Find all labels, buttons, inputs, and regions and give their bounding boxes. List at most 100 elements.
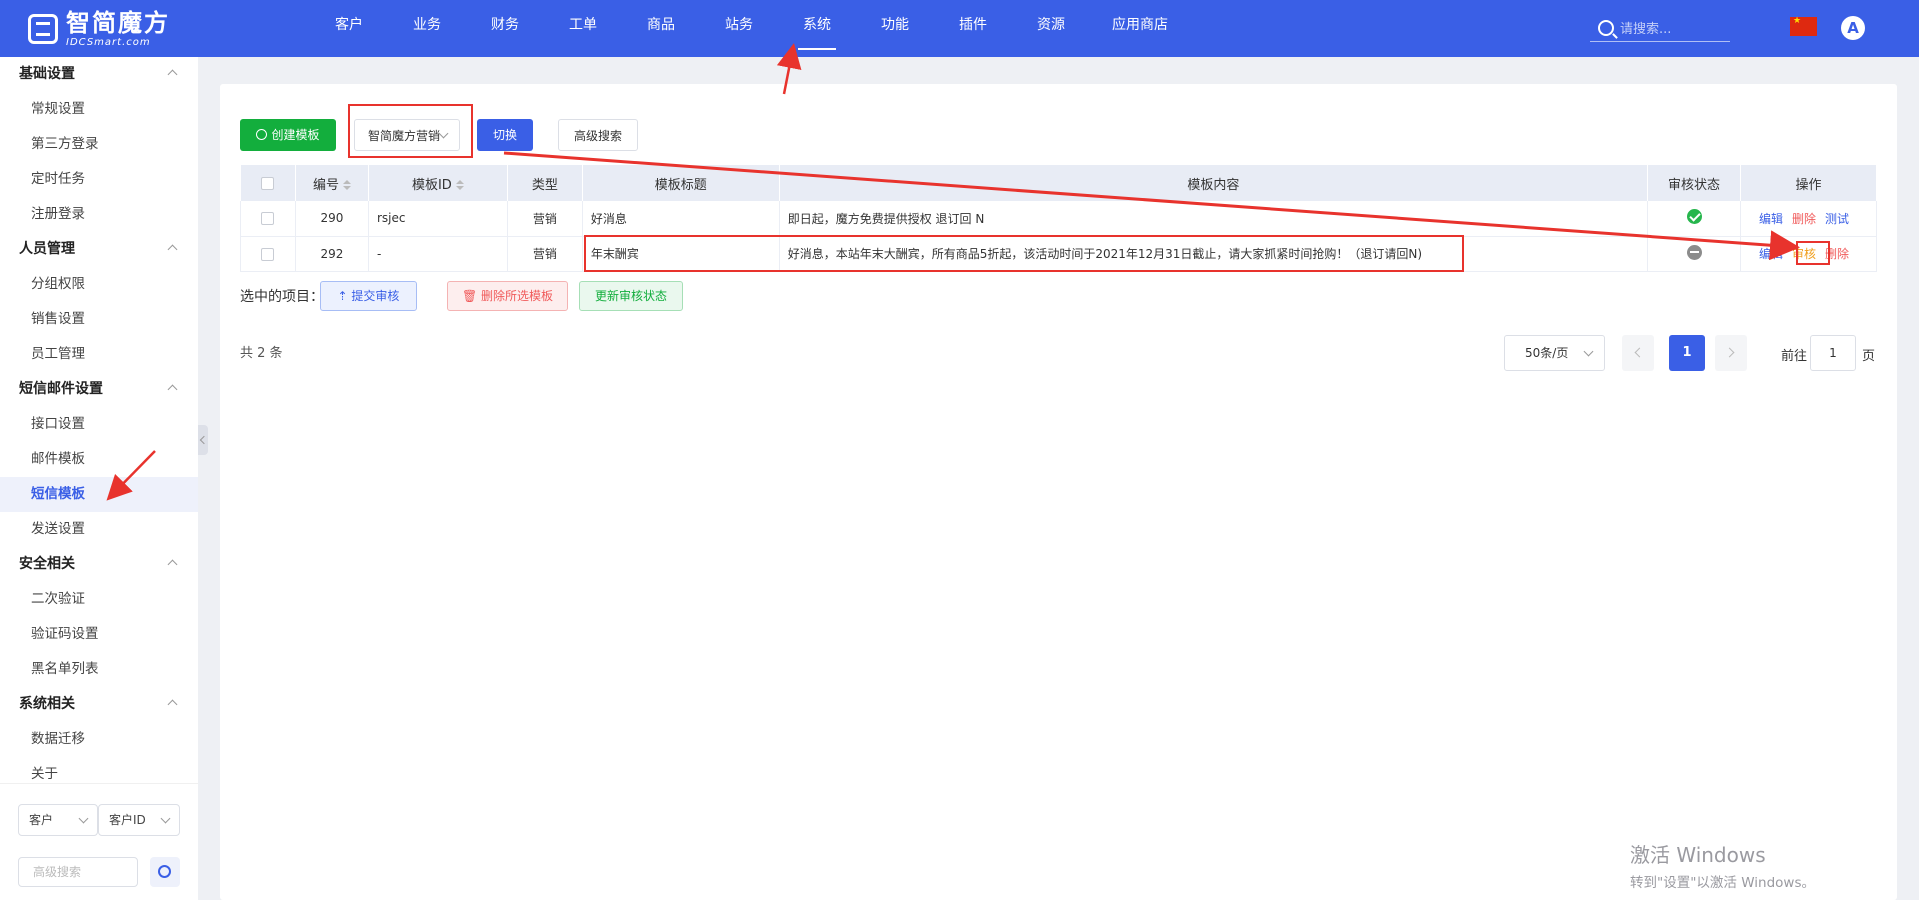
nav-item-products[interactable]: 商品 — [622, 0, 700, 57]
upload-icon: ⇡ — [337, 289, 352, 303]
sidebar-item-interface[interactable]: 接口设置 — [0, 407, 198, 442]
sidebar-item-blacklist[interactable]: 黑名单列表 — [0, 652, 198, 687]
update-status-button[interactable]: 更新审核状态 — [579, 281, 683, 311]
cell-type: 营销 — [507, 201, 583, 237]
sort-icon[interactable] — [342, 179, 351, 190]
sidebar-item-2fa[interactable]: 二次验证 — [0, 582, 198, 617]
cell-content: 好消息，本站年末大酬宾，所有商品5折起，该活动时间于2021年12月31日截止，… — [779, 236, 1649, 272]
chevron-up-icon — [167, 384, 178, 395]
prev-page-button[interactable] — [1622, 335, 1654, 371]
edit-link[interactable]: 编辑 — [1759, 247, 1783, 261]
pending-status-icon — [1686, 244, 1702, 260]
nav-item-site[interactable]: 站务 — [700, 0, 778, 57]
row-checkbox[interactable] — [261, 212, 275, 226]
goto-unit: 页 — [1862, 349, 1876, 364]
nav-item-resources[interactable]: 资源 — [1012, 0, 1090, 57]
test-link[interactable]: 测试 — [1825, 212, 1849, 226]
page-number-current[interactable]: 1 — [1669, 335, 1705, 371]
next-page-button[interactable] — [1715, 335, 1747, 371]
delete-link[interactable]: 删除 — [1825, 247, 1849, 261]
top-navbar: 智简魔方 IDCSmart.com 客户 业务 财务 工单 商品 站务 系统 功… — [0, 0, 1919, 57]
chevron-up-icon — [167, 559, 178, 570]
main-card: 创建模板 智简魔方营销 切换 高级搜索 编号 模板ID 类型 模板标题 模板内容… — [220, 84, 1897, 900]
edit-link[interactable]: 编辑 — [1759, 212, 1783, 226]
total-count: 共 2 条 — [240, 346, 283, 361]
search-icon — [1598, 19, 1614, 36]
sidebar-search-button[interactable] — [150, 857, 180, 887]
sidebar-group-system[interactable]: 系统相关 — [0, 687, 198, 722]
windows-activation-watermark: 激活 Windows 转到"设置"以激活 Windows。 — [1630, 843, 1815, 891]
col-header-id[interactable]: 编号 — [295, 165, 369, 201]
chevron-down-icon — [160, 813, 171, 824]
search-scope-select[interactable]: 客户 — [18, 804, 98, 836]
delete-selected-button[interactable]: 🗑 删除所选模板 — [447, 281, 568, 311]
sidebar-group-security[interactable]: 安全相关 — [0, 547, 198, 582]
cell-type: 营销 — [507, 236, 583, 272]
col-header-type: 类型 — [507, 165, 583, 201]
sidebar-item-sms-templates[interactable]: 短信模板 — [0, 477, 198, 512]
nav-item-plugins[interactable]: 插件 — [934, 0, 1012, 57]
switch-button[interactable]: 切换 — [477, 119, 533, 151]
logo-name-cn: 智简魔方 — [66, 8, 170, 37]
chevron-down-icon — [78, 813, 89, 824]
table-header-row: 编号 模板ID 类型 模板标题 模板内容 审核状态 操作 — [240, 165, 1877, 201]
sidebar-item-migration[interactable]: 数据迁移 — [0, 722, 198, 757]
col-header-content: 模板内容 — [779, 165, 1649, 201]
col-header-template-id[interactable]: 模板ID — [368, 165, 508, 201]
main-nav: 客户 业务 财务 工单 商品 站务 系统 功能 插件 资源 应用商店 — [310, 0, 1190, 57]
sort-icon[interactable] — [455, 179, 464, 190]
sidebar-item-third-party-login[interactable]: 第三方登录 — [0, 127, 198, 162]
sidebar-item-send-settings[interactable]: 发送设置 — [0, 512, 198, 547]
top-search-placeholder: 请搜索... — [1620, 22, 1672, 37]
nav-item-features[interactable]: 功能 — [856, 0, 934, 57]
cell-template-id: rsjec — [368, 201, 508, 237]
sidebar-item-sales[interactable]: 销售设置 — [0, 302, 198, 337]
advanced-search-button[interactable]: 高级搜索 — [558, 119, 638, 151]
submit-review-button[interactable]: ⇡ 提交审核 — [320, 281, 417, 311]
review-link[interactable]: 审核 — [1792, 247, 1816, 261]
nav-item-customers[interactable]: 客户 — [310, 0, 388, 57]
sidebar-collapse-handle[interactable] — [198, 425, 208, 455]
search-field-select[interactable]: 客户ID — [98, 804, 180, 836]
table-row: 292 - 营销 年末酬宾 好消息，本站年末大酬宾，所有商品5折起，该活动时间于… — [240, 236, 1877, 272]
sidebar-item-general[interactable]: 常规设置 — [0, 92, 198, 127]
cell-title: 年末酬宾 — [582, 236, 780, 272]
sidebar-item-register-login[interactable]: 注册登录 — [0, 197, 198, 232]
sidebar-item-permissions[interactable]: 分组权限 — [0, 267, 198, 302]
sidebar-group-basic[interactable]: 基础设置 — [0, 57, 198, 92]
select-all-checkbox[interactable] — [261, 176, 275, 190]
language-flag-icon[interactable] — [1790, 16, 1817, 36]
table-row: 290 rsjec 营销 好消息 即日起，魔方免费提供授权 退订回 N 编辑 删除… — [240, 201, 1877, 237]
nav-item-system[interactable]: 系统 — [778, 0, 856, 57]
nav-item-app-store[interactable]: 应用商店 — [1090, 0, 1190, 57]
goto-page-input[interactable]: 1 — [1810, 335, 1856, 371]
logo-name-en: IDCSmart.com — [66, 36, 151, 48]
col-header-title: 模板标题 — [582, 165, 780, 201]
sidebar-search-input[interactable]: 高级搜索 — [18, 857, 138, 887]
top-search-input[interactable]: 请搜索... — [1590, 14, 1730, 42]
nav-item-finance[interactable]: 财务 — [466, 0, 544, 57]
sidebar-group-sms-email[interactable]: 短信邮件设置 — [0, 372, 198, 407]
col-header-status: 审核状态 — [1647, 165, 1742, 201]
chevron-up-icon — [167, 69, 178, 80]
user-avatar[interactable]: A — [1841, 16, 1865, 40]
trash-icon: 🗑 — [461, 289, 482, 303]
sidebar-item-employees[interactable]: 员工管理 — [0, 337, 198, 372]
selection-label: 选中的项目： — [240, 289, 324, 305]
search-icon — [158, 865, 171, 878]
nav-item-business[interactable]: 业务 — [388, 0, 466, 57]
delete-link[interactable]: 删除 — [1792, 212, 1816, 226]
plus-circle-icon — [256, 129, 268, 140]
sidebar-item-captcha[interactable]: 验证码设置 — [0, 617, 198, 652]
template-type-select[interactable]: 智简魔方营销 — [354, 119, 460, 151]
brand-logo[interactable]: 智简魔方 IDCSmart.com — [28, 11, 170, 47]
sidebar-group-staff[interactable]: 人员管理 — [0, 232, 198, 267]
sidebar-item-email-templates[interactable]: 邮件模板 — [0, 442, 198, 477]
chevron-up-icon — [167, 699, 178, 710]
create-template-button[interactable]: 创建模板 — [240, 119, 336, 151]
sidebar-item-cron[interactable]: 定时任务 — [0, 162, 198, 197]
page-size-select[interactable]: 50条/页 — [1504, 335, 1605, 371]
col-header-actions: 操作 — [1740, 165, 1877, 201]
row-checkbox[interactable] — [261, 247, 275, 261]
nav-item-tickets[interactable]: 工单 — [544, 0, 622, 57]
